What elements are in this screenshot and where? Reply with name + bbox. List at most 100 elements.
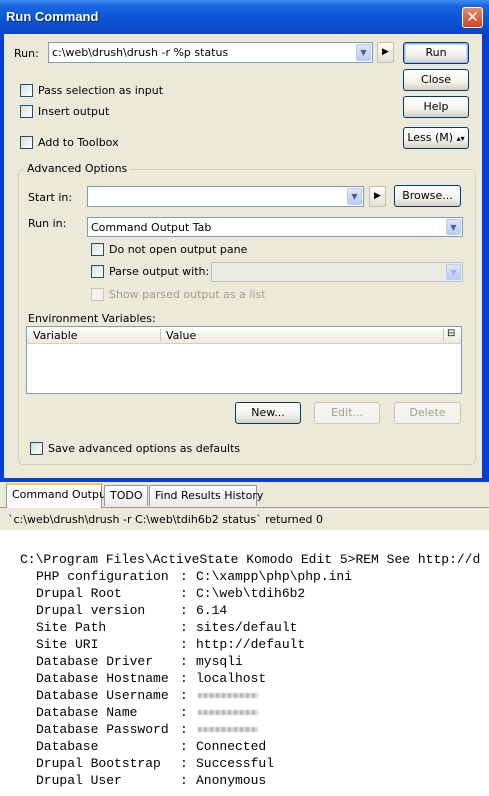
status-row-key: Site Path: [36, 620, 107, 635]
status-row-value: 6.14: [196, 603, 228, 618]
redacted-value: [198, 727, 258, 732]
status-row-key: Database Password: [36, 722, 169, 737]
add-toolbox-label[interactable]: Add to Toolbox: [38, 136, 119, 149]
column-header-variable[interactable]: Variable: [33, 329, 78, 342]
status-row-key: Drupal Bootstrap: [36, 756, 161, 771]
status-row-key: Database Driver: [36, 654, 154, 669]
run-in-label: Run in:: [28, 217, 67, 230]
save-defaults-label[interactable]: Save advanced options as defaults: [48, 442, 240, 455]
new-button-label: New...: [251, 406, 285, 419]
status-row-colon: :: [180, 637, 188, 652]
env-vars-list[interactable]: Variable Value ⊟: [26, 326, 462, 394]
command-input[interactable]: c:\web\drush\drush -r %p status: [52, 46, 228, 59]
less-button-label: Less (M): [407, 131, 454, 144]
advanced-options-legend: Advanced Options: [24, 162, 131, 175]
pass-selection-checkbox[interactable]: [20, 84, 33, 97]
column-header-value[interactable]: Value: [166, 329, 196, 342]
tab-todo[interactable]: TODO: [104, 485, 148, 506]
title-bar[interactable]: Run Command ✕: [0, 0, 489, 34]
run-button-label: Run: [425, 46, 447, 59]
status-row-colon: :: [180, 773, 188, 788]
browse-button[interactable]: Browse...: [394, 185, 461, 207]
status-row-value: C:\web\tdih6b2: [196, 586, 306, 601]
dialog-title: Run Command: [6, 9, 99, 24]
help-button[interactable]: Help: [403, 96, 469, 118]
status-row-colon: :: [180, 603, 188, 618]
tab-label: TODO: [110, 489, 143, 502]
status-row-value: http://default: [196, 637, 306, 652]
redacted-value: [198, 693, 258, 698]
start-in-combobox[interactable]: ▼: [87, 186, 364, 207]
command-output-terminal[interactable]: C:\Program Files\ActiveState Komodo Edit…: [0, 530, 489, 796]
status-row-colon: :: [180, 586, 188, 601]
close-window-button[interactable]: ✕: [462, 7, 483, 28]
start-in-shortcuts-button[interactable]: ▶: [369, 186, 386, 207]
new-env-var-button[interactable]: New...: [235, 402, 301, 424]
status-row-colon: :: [180, 739, 188, 754]
status-row-key: Database Username: [36, 688, 169, 703]
env-vars-header: Variable Value ⊟: [27, 327, 461, 344]
status-row-key: Database Name: [36, 705, 138, 720]
double-chevron-up-icon: ▴▾: [456, 134, 465, 143]
arrow-right-icon: ▶: [382, 47, 389, 57]
status-row-key: Drupal Root: [36, 586, 122, 601]
run-command-dialog: Run Command ✕ Run: c:\web\drush\drush -r…: [0, 0, 489, 482]
chevron-down-icon[interactable]: ▼: [356, 44, 371, 61]
tab-command-output[interactable]: Command Output: [6, 483, 110, 508]
status-row-key: PHP configuration: [36, 569, 169, 584]
status-row-value: C:\xampp\php\php.ini: [196, 569, 353, 584]
command-combobox[interactable]: c:\web\drush\drush -r %p status ▼: [48, 42, 373, 63]
tab-find-results-history[interactable]: Find Results History: [149, 485, 263, 506]
column-picker-icon[interactable]: ⊟: [447, 328, 455, 339]
status-row-value: Successful: [196, 756, 275, 771]
output-tab-strip: Command Output TODO Find Results History: [0, 482, 489, 508]
insert-output-label[interactable]: Insert output: [38, 105, 109, 118]
chevron-down-icon[interactable]: ▼: [446, 264, 461, 280]
status-row-colon: :: [180, 756, 188, 771]
run-in-value: Command Output Tab: [91, 221, 212, 234]
command-status-text: `c:\web\drush\drush -r C:\web\tdih6b2 st…: [8, 513, 323, 526]
delete-button-label: Delete: [409, 406, 446, 419]
save-defaults-checkbox[interactable]: [30, 442, 43, 455]
arrow-right-icon: ▶: [374, 191, 381, 201]
no-output-pane-label[interactable]: Do not open output pane: [109, 243, 247, 256]
chevron-down-icon[interactable]: ▼: [446, 219, 461, 235]
dialog-client-area: Run: c:\web\drush\drush -r %p status ▼ ▶…: [4, 34, 482, 478]
status-row-value: localhost: [196, 671, 267, 686]
show-parsed-label: Show parsed output as a list: [109, 288, 266, 301]
status-row-value: sites/default: [196, 620, 298, 635]
status-row-value: Connected: [196, 739, 267, 754]
parse-output-regex-combobox[interactable]: ▼: [211, 262, 463, 282]
edit-button-label: Edit...: [331, 406, 363, 419]
run-in-select[interactable]: Command Output Tab ▼: [87, 217, 463, 237]
close-button[interactable]: Close: [403, 69, 469, 91]
command-status-line: `c:\web\drush\drush -r C:\web\tdih6b2 st…: [0, 508, 489, 530]
less-options-button[interactable]: Less (M) ▴▾: [403, 127, 469, 149]
edit-env-var-button[interactable]: Edit...: [314, 402, 380, 424]
run-button[interactable]: Run: [403, 42, 469, 64]
status-row-value: mysqli: [196, 654, 243, 669]
status-row-colon: :: [180, 722, 188, 737]
prompt-line: C:\Program Files\ActiveState Komodo Edit…: [20, 552, 481, 567]
tab-label: Find Results History: [155, 489, 264, 502]
status-row-key: Database Hostname: [36, 671, 169, 686]
show-parsed-checkbox[interactable]: [91, 288, 104, 301]
close-button-label: Close: [421, 73, 451, 86]
status-row-colon: :: [180, 671, 188, 686]
column-divider[interactable]: [443, 329, 444, 341]
status-row-colon: :: [180, 654, 188, 669]
help-button-label: Help: [423, 100, 449, 113]
pass-selection-label[interactable]: Pass selection as input: [38, 84, 163, 97]
no-output-pane-checkbox[interactable]: [91, 243, 104, 256]
add-toolbox-checkbox[interactable]: [20, 136, 33, 149]
insert-output-checkbox[interactable]: [20, 105, 33, 118]
column-divider[interactable]: [160, 329, 161, 341]
chevron-down-icon[interactable]: ▼: [347, 188, 362, 205]
parse-output-label[interactable]: Parse output with:: [109, 265, 209, 278]
env-vars-label: Environment Variables:: [28, 312, 156, 325]
delete-env-var-button[interactable]: Delete: [394, 402, 461, 424]
status-row-colon: :: [180, 569, 188, 584]
close-icon: ✕: [466, 8, 479, 26]
command-shortcuts-button[interactable]: ▶: [377, 42, 394, 63]
parse-output-checkbox[interactable]: [91, 265, 104, 278]
